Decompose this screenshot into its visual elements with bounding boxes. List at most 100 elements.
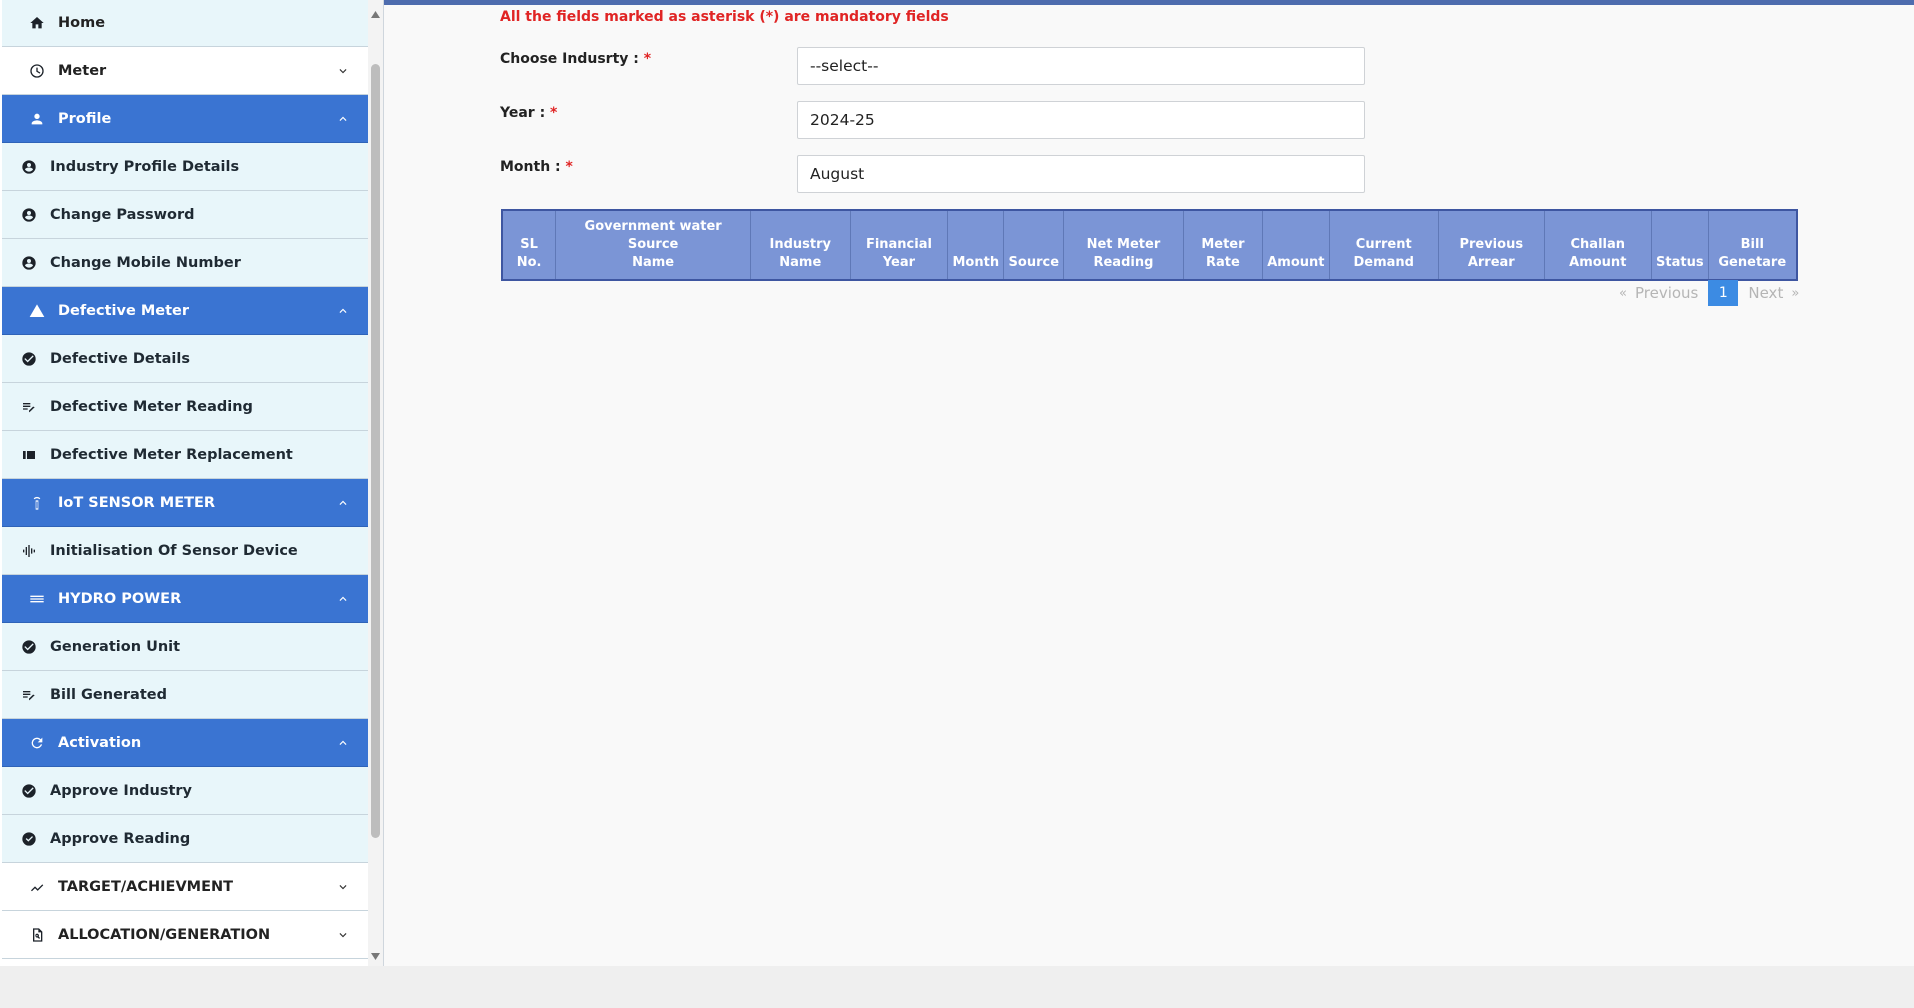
sensor-icon bbox=[28, 494, 46, 512]
sidebar-scrollbar[interactable] bbox=[368, 0, 383, 966]
trending-up-icon bbox=[28, 878, 46, 896]
bill-table-container: SL No. Government water Source Name Industry… bbox=[501, 209, 1798, 281]
month-field-row: Month : * August bbox=[500, 155, 1400, 195]
sidebar-section-iot-sensor-meter[interactable]: IoT SENSOR METER bbox=[2, 479, 368, 527]
chevron-up-icon bbox=[336, 592, 350, 606]
table-header-text: Previous bbox=[1459, 237, 1524, 252]
table-header-text: Bill bbox=[1740, 237, 1764, 252]
sidebar-item-label: TARGET/ACHIEVMENT bbox=[58, 878, 234, 895]
sidebar-section-profile[interactable]: Profile bbox=[2, 95, 368, 143]
table-header-text: Current bbox=[1355, 237, 1412, 252]
sidebar-item-bill-generated[interactable]: Bill Generated bbox=[2, 671, 368, 719]
sidebar-section-label: IoT SENSOR METER bbox=[58, 494, 216, 511]
scroll-down-arrow-icon[interactable] bbox=[368, 948, 383, 964]
table-header-text: Genetare bbox=[1718, 255, 1787, 270]
table-header-text: Year bbox=[882, 255, 916, 270]
table-header-text: Demand bbox=[1353, 255, 1415, 270]
gauge-icon bbox=[28, 62, 46, 80]
sidebar-item-label: Approve Industry bbox=[50, 782, 193, 799]
check-circle-icon bbox=[20, 350, 38, 368]
industry-select[interactable]: --select-- bbox=[797, 47, 1365, 85]
table-header-text: Source bbox=[1008, 255, 1060, 270]
sidebar-item-change-password[interactable]: Change Password bbox=[2, 191, 368, 239]
sidebar-section-label: Activation bbox=[58, 734, 142, 751]
bottom-strip bbox=[0, 966, 1914, 1008]
month-label: Month : * bbox=[500, 159, 573, 175]
sidebar-item-approve-industry[interactable]: Approve Industry bbox=[2, 767, 368, 815]
year-select[interactable]: 2024-25 bbox=[797, 101, 1365, 139]
sidebar-section-label: Defective Meter bbox=[58, 302, 190, 319]
main-content: All the fields marked as asterisk (*) ar… bbox=[384, 5, 1914, 966]
table-header-text: Name bbox=[779, 255, 822, 270]
sidebar-menu: Home Meter Profile Industry Profile Deta… bbox=[2, 0, 368, 966]
table-header-text: Industry bbox=[769, 237, 832, 252]
account-circle-icon bbox=[20, 158, 38, 176]
sidebar-item-generation-unit[interactable]: Generation Unit bbox=[2, 623, 368, 671]
table-header-text: Government water Source bbox=[584, 219, 722, 252]
account-circle-icon bbox=[20, 206, 38, 224]
chevron-up-icon bbox=[336, 736, 350, 750]
table-header-cell: Month bbox=[947, 209, 1005, 281]
sidebar-item-target-achievment[interactable]: TARGET/ACHIEVMENT bbox=[2, 863, 368, 911]
sidebar-item-change-mobile[interactable]: Change Mobile Number bbox=[2, 239, 368, 287]
sidebar-section-hydro-power[interactable]: HYDRO POWER bbox=[2, 575, 368, 623]
sidebar-item-home[interactable]: Home bbox=[2, 0, 368, 47]
sidebar-item-sensor-init[interactable]: Initialisation Of Sensor Device bbox=[2, 527, 368, 575]
table-header-text: Amount bbox=[1267, 255, 1325, 270]
sidebar-item-label: Defective Meter Reading bbox=[50, 398, 253, 415]
sidebar-item-allocation-generation[interactable]: ALLOCATION/GENERATION bbox=[2, 911, 368, 959]
table-header-text: Rate bbox=[1206, 255, 1240, 270]
table-header-cell: Current Demand bbox=[1328, 209, 1439, 281]
table-header-cell: Challan Amount bbox=[1543, 209, 1653, 281]
chevron-up-icon bbox=[336, 112, 350, 126]
table-header-cell: Government water Source Name bbox=[555, 209, 751, 281]
table-header-text: Amount bbox=[1569, 255, 1627, 270]
sidebar-item-defective-meter-reading[interactable]: Defective Meter Reading bbox=[2, 383, 368, 431]
document-search-icon bbox=[28, 926, 46, 944]
table-header-cell: Amount bbox=[1262, 209, 1330, 281]
person-icon bbox=[28, 110, 46, 128]
scrollbar-thumb[interactable] bbox=[371, 64, 380, 838]
sidebar-item-label: Generation Unit bbox=[50, 638, 181, 655]
sidebar-item-defective-meter-replacement[interactable]: Defective Meter Replacement bbox=[2, 431, 368, 479]
waveform-icon bbox=[20, 542, 38, 560]
table-header-text: Challan bbox=[1570, 237, 1626, 252]
sidebar-section-activation[interactable]: Activation bbox=[2, 719, 368, 767]
table-header-cell: Source bbox=[1003, 209, 1065, 281]
month-select[interactable]: August bbox=[797, 155, 1365, 193]
scroll-up-arrow-icon[interactable] bbox=[368, 6, 383, 22]
pagination: « Previous 1 Next » bbox=[1611, 280, 1807, 306]
sidebar-section-defective-meter[interactable]: Defective Meter bbox=[2, 287, 368, 335]
table-header-cell: SL No. bbox=[501, 209, 557, 281]
account-circle-icon bbox=[20, 254, 38, 272]
check-circle-icon bbox=[20, 782, 38, 800]
table-header-text: Arrear bbox=[1467, 255, 1515, 270]
pagination-next-arrow: » bbox=[1791, 285, 1800, 301]
pagination-next[interactable]: Next bbox=[1748, 284, 1783, 302]
pagination-previous[interactable]: Previous bbox=[1635, 284, 1698, 302]
sidebar-item-label: Defective Meter Replacement bbox=[50, 446, 293, 463]
refresh-icon bbox=[28, 734, 46, 752]
industry-label: Choose Indusrty : * bbox=[500, 51, 652, 67]
sidebar-item-approve-reading[interactable]: Approve Reading bbox=[2, 815, 368, 863]
sidebar-item-industry-profile[interactable]: Industry Profile Details bbox=[2, 143, 368, 191]
check-circle-icon bbox=[20, 638, 38, 656]
sidebar-section-label: Profile bbox=[58, 110, 112, 127]
table-header-text: Net Meter bbox=[1086, 237, 1161, 252]
edit-note-icon bbox=[20, 686, 38, 704]
year-field-row: Year : * 2024-25 bbox=[500, 101, 1400, 141]
sidebar-item-label: Change Mobile Number bbox=[50, 254, 241, 271]
sidebar-item-label: Industry Profile Details bbox=[50, 158, 240, 175]
sidebar-item-label: Meter bbox=[58, 62, 107, 79]
pagination-page-current[interactable]: 1 bbox=[1708, 280, 1739, 306]
table-header-text: Financial bbox=[865, 237, 932, 252]
warning-icon bbox=[28, 302, 46, 320]
table-header-text: Status bbox=[1656, 255, 1704, 270]
sidebar-item-label: Bill Generated bbox=[50, 686, 167, 703]
table-header-cell: Financial Year bbox=[849, 209, 949, 281]
sidebar-item-defective-details[interactable]: Defective Details bbox=[2, 335, 368, 383]
sidebar-item-meter[interactable]: Meter bbox=[2, 47, 368, 95]
table-header-cell: Net Meter Reading bbox=[1063, 209, 1184, 281]
sidebar-item-label: Change Password bbox=[50, 206, 195, 223]
year-label: Year : * bbox=[500, 105, 558, 121]
